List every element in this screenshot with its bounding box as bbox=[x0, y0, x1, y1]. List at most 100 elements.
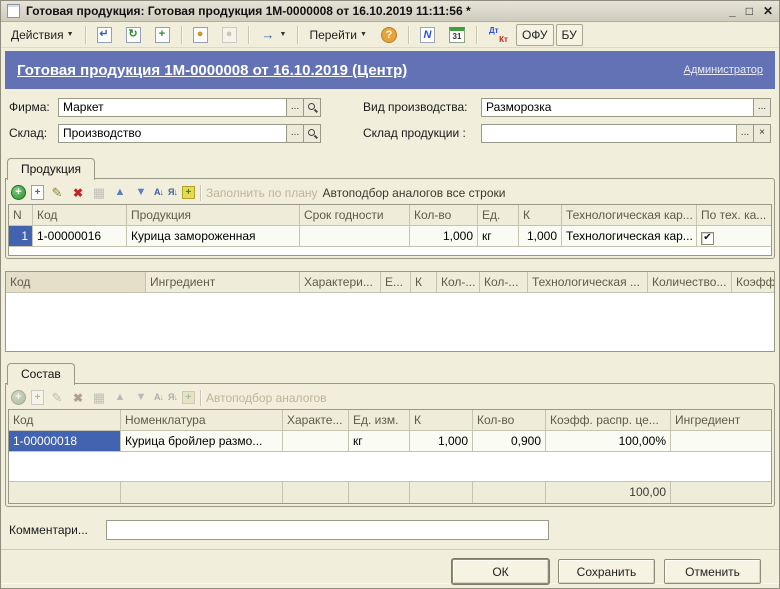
cell-coeff[interactable]: 100,00% bbox=[546, 431, 671, 452]
col-characteristic[interactable]: Характе... bbox=[283, 410, 349, 431]
col-qty[interactable]: Кол-во bbox=[473, 410, 546, 431]
cell-by-tech-card[interactable]: ✔ bbox=[697, 226, 771, 247]
product-warehouse-clear-button[interactable]: × bbox=[753, 125, 770, 142]
production-type-input[interactable] bbox=[482, 99, 753, 116]
dtkt-postings-button[interactable]: Дт Кт bbox=[482, 24, 514, 46]
window-controls: _ □ ✕ bbox=[729, 4, 773, 18]
write-document-button[interactable]: ↵ bbox=[91, 24, 118, 46]
production-type-select-button[interactable]: ... bbox=[753, 99, 770, 116]
cell-shelf-life[interactable] bbox=[300, 226, 410, 247]
date-button[interactable]: 31 bbox=[443, 24, 471, 46]
delete-row-icon[interactable]: ✖ bbox=[70, 185, 86, 201]
ok-button[interactable]: ОК bbox=[452, 559, 549, 584]
product-warehouse-input[interactable] bbox=[482, 125, 736, 142]
cell-k[interactable]: 1,000 bbox=[410, 431, 473, 452]
col-nomenclature[interactable]: Номенклатура bbox=[121, 410, 283, 431]
cell-product[interactable]: Курица замороженная bbox=[127, 226, 300, 247]
minimize-button[interactable]: _ bbox=[729, 4, 736, 18]
col-k[interactable]: К bbox=[519, 205, 562, 226]
cell-ingredient[interactable] bbox=[671, 431, 771, 452]
col-qty[interactable]: Кол-во bbox=[410, 205, 478, 226]
firm-open-button[interactable] bbox=[303, 99, 320, 116]
firm-select-button[interactable]: ... bbox=[286, 99, 303, 116]
current-user-link[interactable]: Администратор bbox=[684, 64, 763, 76]
cell-row-number[interactable]: 1 bbox=[9, 226, 33, 247]
col-ingredient[interactable]: Ингредиент bbox=[671, 410, 771, 431]
ofu-toggle-button[interactable]: ОФУ bbox=[516, 24, 554, 46]
col-ingredient[interactable]: Ингредиент bbox=[146, 272, 300, 293]
col-qty1[interactable]: Кол-... bbox=[437, 272, 480, 293]
refresh-button[interactable]: ↻ bbox=[120, 24, 147, 46]
unpost-document-button[interactable]: ● bbox=[216, 24, 243, 46]
copy-row-icon[interactable]: + bbox=[31, 185, 44, 200]
cell-nomenclature[interactable]: Курица бройлер размо... bbox=[121, 431, 283, 452]
output-menu-button[interactable]: → ▼ bbox=[254, 24, 293, 46]
col-n[interactable]: N bbox=[9, 205, 33, 226]
col-characteristic[interactable]: Характери... bbox=[300, 272, 381, 293]
col-tech-card[interactable]: Технологическая кар... bbox=[562, 205, 697, 226]
move-down-icon[interactable]: ▼ bbox=[133, 185, 149, 201]
cancel-button[interactable]: Отменить bbox=[664, 559, 761, 584]
col-coeff[interactable]: Коэфф. распр. це... bbox=[546, 410, 671, 431]
numerator-button[interactable]: N bbox=[414, 24, 441, 46]
bu-toggle-button[interactable]: БУ bbox=[556, 24, 583, 46]
col-qty2[interactable]: Кол-... bbox=[480, 272, 528, 293]
cell-unit[interactable]: кг bbox=[478, 226, 519, 247]
grid-settings-icon[interactable]: ▦ bbox=[91, 185, 107, 201]
save-button[interactable]: Сохранить bbox=[558, 559, 655, 584]
cell-tech-card[interactable]: Технологическая кар... bbox=[562, 226, 697, 247]
col-shelf-life[interactable]: Срок годности bbox=[300, 205, 410, 226]
comment-input[interactable] bbox=[106, 520, 549, 540]
cell-unit[interactable]: кг bbox=[349, 431, 410, 452]
col-unit[interactable]: Е... bbox=[381, 272, 411, 293]
copy-document-button[interactable]: + bbox=[149, 24, 176, 46]
col-coefficient[interactable]: Коэффици... bbox=[732, 272, 774, 293]
actions-menu-button[interactable]: Действия ▼ bbox=[5, 24, 80, 46]
cell-k[interactable]: 1,000 bbox=[519, 226, 562, 247]
col-unit[interactable]: Ед. bbox=[478, 205, 519, 226]
firm-input[interactable] bbox=[59, 99, 286, 116]
autoselect-analogs-all-button[interactable]: Автоподбор аналогов все строки bbox=[323, 186, 506, 200]
tab-composition[interactable]: Состав bbox=[7, 363, 75, 385]
col-k[interactable]: К bbox=[410, 410, 473, 431]
chevron-down-icon: ▼ bbox=[67, 31, 74, 38]
levels-icon[interactable]: + bbox=[182, 186, 195, 199]
goto-menu-button[interactable]: Перейти ▼ bbox=[303, 24, 373, 46]
help-button[interactable]: ? bbox=[375, 24, 403, 46]
cell-characteristic[interactable] bbox=[283, 431, 349, 452]
tab-products[interactable]: Продукция bbox=[7, 158, 95, 180]
cell-code[interactable]: 1-00000018 bbox=[9, 431, 121, 452]
col-quantity[interactable]: Количество... bbox=[648, 272, 732, 293]
warehouse-select-button[interactable]: ... bbox=[286, 125, 303, 142]
products-table-row[interactable]: 1 1-00000016 Курица замороженная 1,000 к… bbox=[9, 226, 771, 247]
add-row-icon[interactable]: + bbox=[11, 185, 26, 200]
col-code[interactable]: Код bbox=[33, 205, 127, 226]
warehouse-field: ... bbox=[58, 124, 321, 143]
cell-qty[interactable]: 0,900 bbox=[473, 431, 546, 452]
col-code[interactable]: Код bbox=[9, 410, 121, 431]
col-by-tech-card[interactable]: По тех. ка... bbox=[697, 205, 771, 226]
sort-asc-icon[interactable]: А↓ bbox=[154, 185, 163, 201]
edit-row-icon[interactable]: ✎ bbox=[49, 185, 65, 201]
cell-qty[interactable]: 1,000 bbox=[410, 226, 478, 247]
post-document-button[interactable]: ● bbox=[187, 24, 214, 46]
composition-table-row[interactable]: 1-00000018 Курица бройлер размо... кг 1,… bbox=[9, 431, 771, 452]
col-k[interactable]: К bbox=[411, 272, 437, 293]
col-code[interactable]: Код bbox=[6, 272, 146, 293]
sort-desc-icon[interactable]: Я↓ bbox=[168, 185, 177, 201]
col-tech-card[interactable]: Технологическая ... bbox=[528, 272, 648, 293]
refresh-icon: ↻ bbox=[126, 27, 141, 43]
maximize-button[interactable]: □ bbox=[746, 4, 753, 18]
warehouse-open-button[interactable] bbox=[303, 125, 320, 142]
checkbox-checked-icon[interactable]: ✔ bbox=[701, 232, 714, 245]
document-title-link[interactable]: Готовая продукция 1М-0000008 от 16.10.20… bbox=[17, 62, 684, 79]
col-unit[interactable]: Ед. изм. bbox=[349, 410, 410, 431]
close-button[interactable]: ✕ bbox=[763, 4, 773, 18]
product-warehouse-select-button[interactable]: ... bbox=[736, 125, 753, 142]
move-up-icon[interactable]: ▲ bbox=[112, 185, 128, 201]
fill-by-plan-button: Заполнить по плану bbox=[206, 186, 318, 200]
col-product[interactable]: Продукция bbox=[127, 205, 300, 226]
cell-code[interactable]: 1-00000016 bbox=[33, 226, 127, 247]
chevron-down-icon: ▼ bbox=[280, 31, 287, 38]
warehouse-input[interactable] bbox=[59, 125, 286, 142]
